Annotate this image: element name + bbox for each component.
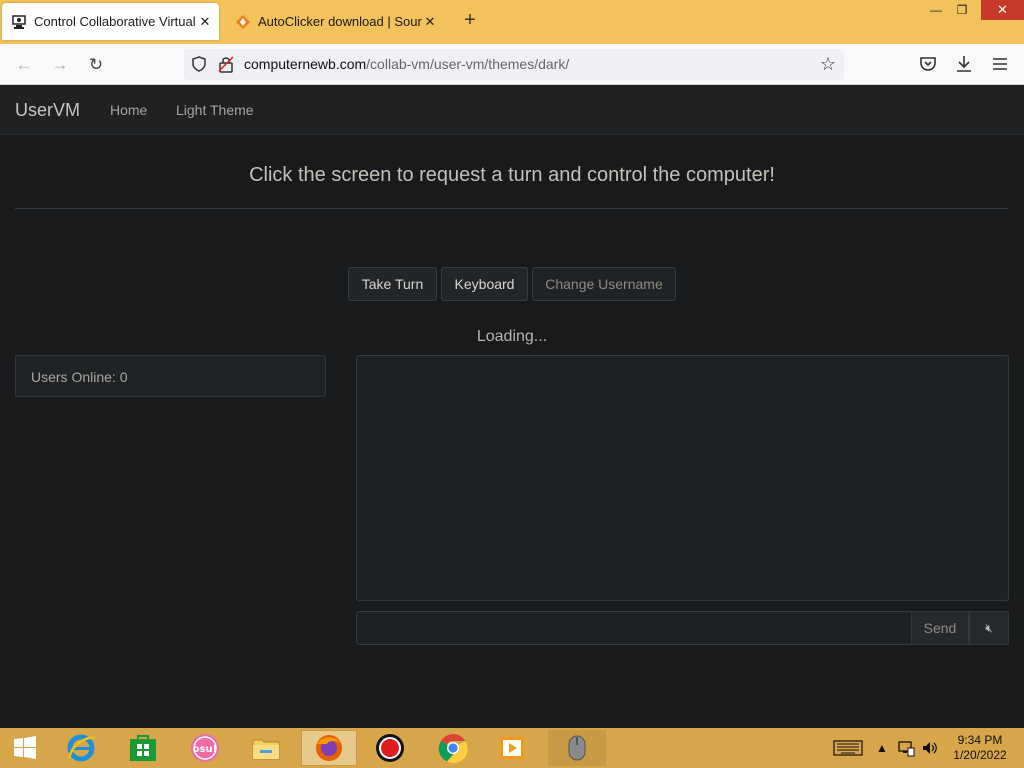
network-icon[interactable] — [897, 728, 915, 768]
change-username-button[interactable]: Change Username — [532, 267, 676, 301]
file-explorer-icon[interactable] — [241, 730, 291, 766]
users-online-count: Users Online: 0 — [31, 369, 128, 385]
site-navbar: UserVM Home Light Theme — [0, 86, 1024, 135]
pocket-icon[interactable] — [917, 53, 939, 75]
chat-input-row: Send 🔇︎ — [356, 611, 1009, 645]
volume-icon[interactable] — [921, 728, 939, 768]
url-text: computernewb.com/collab-vm/user-vm/theme… — [244, 56, 569, 72]
shield-icon[interactable] — [190, 55, 208, 73]
nav-home[interactable]: Home — [110, 102, 147, 118]
chrome-icon[interactable] — [428, 730, 478, 766]
system-clock[interactable]: 9:34 PM 1/20/2022 — [944, 733, 1016, 763]
loading-status: Loading... — [476, 328, 548, 345]
page-content: UserVM Home Light Theme Click the screen… — [0, 86, 1024, 728]
back-icon[interactable]: ← — [11, 52, 37, 78]
keyboard-button[interactable]: Keyboard — [441, 267, 528, 301]
show-hidden-icons[interactable]: ▲ — [876, 728, 888, 768]
chat-log[interactable] — [356, 355, 1009, 601]
record-icon[interactable] — [365, 730, 415, 766]
url-domain: computernewb.com — [244, 56, 367, 72]
internet-explorer-icon[interactable] — [56, 730, 106, 766]
osu-icon[interactable]: osu! — [180, 730, 230, 766]
browser-tab-strip: Control Collaborative Virtual M ✕ AutoCl… — [0, 0, 1024, 44]
nav-light-theme[interactable]: Light Theme — [176, 102, 254, 118]
download-icon[interactable] — [953, 53, 975, 75]
close-tab-icon[interactable]: ✕ — [197, 14, 213, 30]
forward-icon[interactable]: → — [47, 52, 73, 78]
sourceforge-icon — [236, 14, 250, 29]
restore-icon[interactable]: ❐ — [947, 0, 977, 20]
send-button[interactable]: Send — [911, 611, 969, 645]
chat-input[interactable] — [356, 611, 912, 645]
address-bar[interactable]: computernewb.com/collab-vm/user-vm/theme… — [184, 49, 844, 80]
brand-logo[interactable]: UserVM — [15, 100, 80, 121]
new-tab-icon[interactable]: + — [459, 9, 481, 35]
bookmark-star-icon[interactable]: ☆ — [820, 54, 836, 75]
divider — [15, 208, 1008, 209]
reload-icon[interactable]: ↻ — [83, 52, 109, 78]
mouse-app-icon[interactable] — [548, 730, 606, 766]
browser-toolbar: ← → ↻ computernewb.com/collab-vm/user-vm… — [0, 44, 1024, 85]
vm-favicon-icon — [12, 14, 26, 29]
clock-date: 1/20/2022 — [953, 748, 1007, 762]
svg-text:osu!: osu! — [193, 744, 218, 755]
page-headline: Click the screen to request a turn and c… — [249, 164, 775, 186]
close-window-icon[interactable]: ✕ — [981, 0, 1024, 20]
tab-autoclicker[interactable]: AutoClicker download | Source ✕ — [226, 3, 444, 40]
tab-collab-vm[interactable]: Control Collaborative Virtual M ✕ — [2, 3, 219, 40]
media-player-icon[interactable] — [487, 730, 537, 766]
close-tab-icon[interactable]: ✕ — [422, 14, 438, 30]
keyboard-tray-icon[interactable] — [833, 728, 863, 768]
url-path: /collab-vm/user-vm/themes/dark/ — [366, 56, 570, 72]
store-icon[interactable] — [118, 730, 168, 766]
lock-icon[interactable] — [218, 55, 234, 73]
windows-logo-icon — [14, 736, 36, 759]
clock-time: 9:34 PM — [957, 733, 1003, 747]
taskbar: osu! ▲ 9:34 PM 1/20/2022 — [0, 728, 1024, 768]
tab-title: Control Collaborative Virtual M — [34, 14, 197, 29]
firefox-icon[interactable] — [301, 730, 357, 766]
start-button[interactable] — [0, 730, 50, 766]
users-online-panel: Users Online: 0 — [15, 355, 326, 397]
tab-title: AutoClicker download | Source — [258, 14, 422, 29]
menu-icon[interactable] — [989, 53, 1011, 75]
take-turn-button[interactable]: Take Turn — [348, 267, 437, 301]
mute-icon[interactable]: 🔇︎ — [969, 611, 1009, 645]
